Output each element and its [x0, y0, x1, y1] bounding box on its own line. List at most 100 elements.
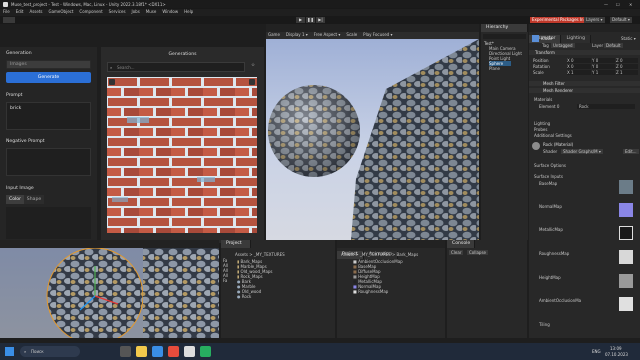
map-thumb-roughnessmap[interactable]: [619, 250, 633, 264]
windows-start-icon[interactable]: [5, 347, 14, 356]
map-label-roughnessmap: RoughnessMap: [539, 251, 570, 256]
scale-z[interactable]: Z 1: [616, 69, 638, 75]
aspect-dropdown[interactable]: Free Aspect ▾: [314, 32, 341, 39]
texture-item[interactable]: ■ RoughnessMap: [353, 289, 443, 294]
tag-dropdown[interactable]: Untagged: [551, 43, 575, 48]
minimize-button[interactable]: —: [604, 2, 608, 7]
input-image-area[interactable]: [6, 207, 91, 239]
object-name[interactable]: Cube: [542, 36, 552, 41]
position-z[interactable]: Z 0: [616, 57, 638, 63]
console-collapse-button[interactable]: Collapse: [467, 250, 488, 255]
element-field[interactable]: Rock: [577, 104, 635, 109]
taskbar-app-icon[interactable]: [200, 346, 211, 357]
menu-jobs[interactable]: Jobs: [132, 9, 140, 16]
tree-item[interactable]: Fa: [223, 278, 233, 283]
static-toggle[interactable]: Static ▾: [621, 36, 636, 41]
position-y[interactable]: Y 0: [592, 57, 615, 63]
material-item[interactable]: ● Rock: [237, 294, 333, 299]
probes-label[interactable]: Probes: [534, 127, 547, 132]
menu-assets[interactable]: Assets: [29, 9, 42, 16]
hierarchy-search[interactable]: [483, 34, 526, 39]
display-dropdown[interactable]: Display 1 ▾: [286, 32, 308, 39]
tab-shape[interactable]: Shape: [24, 195, 44, 204]
game-dropdown[interactable]: Game: [268, 32, 280, 39]
clock-time[interactable]: 13:09: [610, 346, 622, 351]
menu-component[interactable]: Component: [79, 9, 102, 16]
edit-shader-button[interactable]: Edit...: [623, 149, 639, 154]
rotation-y[interactable]: Y 0: [592, 63, 615, 69]
search-field[interactable]: ⌕ Search...: [107, 62, 245, 72]
map-thumb-normalmap[interactable]: [619, 203, 633, 217]
taskbar-app-icon[interactable]: [184, 346, 195, 357]
pause-button[interactable]: ❚❚: [306, 17, 315, 23]
generate-button[interactable]: Generate: [6, 72, 91, 83]
map-thumb-basemap[interactable]: [619, 180, 633, 194]
star-icon[interactable]: ☆: [251, 63, 255, 69]
rotation-x[interactable]: X 0: [567, 63, 591, 69]
taskbar-search[interactable]: ⌕ Поиск: [20, 346, 80, 357]
mesh-renderer-header[interactable]: Mesh Renderer: [529, 88, 640, 93]
account-icon[interactable]: [3, 17, 15, 23]
generation-label: Generation: [6, 51, 32, 56]
project2-breadcrumb[interactable]: Assets > _MY_TEXTURES > Bark_Maps: [341, 252, 418, 257]
options-icon[interactable]: [249, 79, 255, 85]
shader-dropdown[interactable]: Shader Graphs/M ▾: [561, 149, 603, 154]
menu-window[interactable]: Window: [162, 9, 178, 16]
refine-icon[interactable]: [109, 79, 115, 85]
clock-date[interactable]: 07.10.2023: [605, 352, 628, 357]
scale-x[interactable]: X 1: [567, 69, 591, 75]
materials-label[interactable]: Materials: [534, 97, 552, 102]
project-file-list: ▮ Bark_Maps ▮ Marble_Maps ▮ Old_wood_Map…: [237, 259, 333, 299]
map-thumb-metallicmap[interactable]: [619, 226, 633, 240]
generated-brick-image[interactable]: [107, 77, 257, 233]
menu-gameobject[interactable]: GameObject: [48, 9, 73, 16]
prompt-field[interactable]: brick: [6, 102, 91, 130]
hierarchy-item[interactable]: Plane: [489, 66, 500, 71]
game-view[interactable]: [266, 39, 479, 240]
maximize-button[interactable]: ☐: [616, 2, 620, 7]
project-breadcrumb[interactable]: Assets > _MY_TEXTURES: [235, 252, 285, 257]
close-button[interactable]: ✕: [629, 2, 632, 7]
additional-settings-label[interactable]: Additional Settings: [534, 133, 572, 138]
transform-header[interactable]: Transform: [529, 50, 640, 55]
menu-help[interactable]: Help: [184, 9, 193, 16]
menu-file[interactable]: File: [3, 9, 10, 16]
scale-y[interactable]: Y 1: [592, 69, 615, 75]
texture-label: RoughnessMap: [358, 289, 389, 294]
step-button[interactable]: ▶|: [316, 17, 325, 23]
taskbar-app-icon[interactable]: [168, 346, 179, 357]
negative-prompt-field[interactable]: [6, 148, 91, 176]
console-clear-button[interactable]: Clear: [449, 250, 464, 255]
scene-view[interactable]: [0, 248, 219, 338]
tab-hierarchy[interactable]: Hierarchy: [481, 24, 528, 32]
play-button[interactable]: ▶: [296, 17, 305, 23]
tab-color[interactable]: Color: [6, 195, 24, 204]
surface-options-label[interactable]: Surface Options: [534, 163, 566, 168]
layer-dropdown[interactable]: Default: [604, 43, 623, 48]
surface-inputs-label[interactable]: Surface Inputs: [534, 174, 563, 179]
taskbar-app-icon[interactable]: [120, 346, 131, 357]
tab-console[interactable]: Console: [447, 240, 475, 248]
tab-project[interactable]: Project: [221, 240, 251, 248]
mode-dropdown[interactable]: Images: [6, 60, 91, 69]
taskbar-app-icon[interactable]: [136, 346, 147, 357]
taskbar-search-text: Поиск: [31, 349, 44, 354]
keyboard-language[interactable]: ENG: [592, 349, 601, 354]
mesh-filter-header[interactable]: Mesh Filter: [529, 81, 640, 86]
tab-lighting[interactable]: Lighting: [561, 35, 592, 43]
map-thumb-heightmap[interactable]: [619, 274, 633, 288]
tiling-label: Tiling: [539, 322, 550, 327]
menu-muse[interactable]: Muse: [146, 9, 157, 16]
menu-services[interactable]: Services: [109, 9, 126, 16]
layers-dropdown[interactable]: Layers ▾: [584, 17, 605, 23]
scale-slider[interactable]: Scale: [346, 32, 357, 39]
menu-edit[interactable]: Edit: [16, 9, 24, 16]
map-thumb-aomap[interactable]: [619, 297, 633, 311]
play-focused-dropdown[interactable]: Play Focused ▾: [363, 32, 392, 39]
material-name: Rock (Material): [543, 142, 574, 147]
rotation-z[interactable]: Z 0: [616, 63, 638, 69]
lighting-label[interactable]: Lighting: [534, 121, 550, 126]
position-x[interactable]: X 0: [567, 57, 591, 63]
taskbar-app-icon[interactable]: [152, 346, 163, 357]
layout-dropdown[interactable]: Default ▾: [610, 17, 632, 23]
